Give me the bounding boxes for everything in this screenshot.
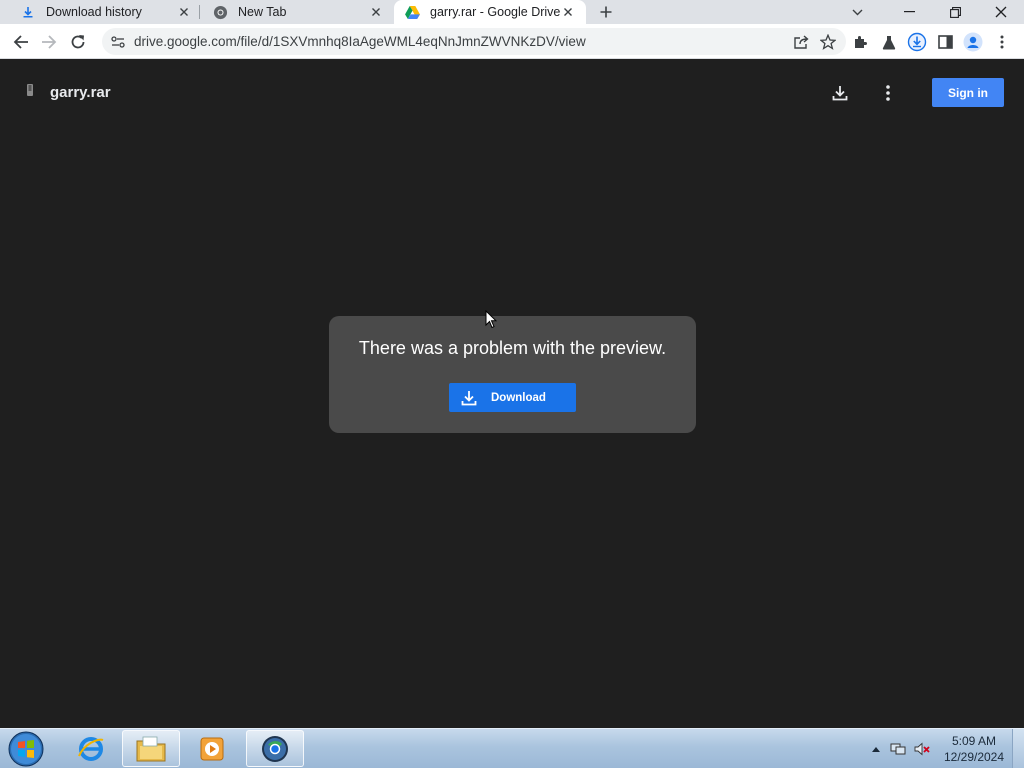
archive-file-icon xyxy=(24,83,36,102)
restore-button[interactable] xyxy=(932,0,978,24)
file-explorer-icon[interactable] xyxy=(122,730,180,767)
close-tab-icon[interactable] xyxy=(368,4,384,20)
tab-download-history[interactable]: Download history xyxy=(0,0,198,24)
tab-title: garry.rar - Google Drive xyxy=(430,5,560,19)
media-player-icon[interactable] xyxy=(184,730,242,767)
error-message: There was a problem with the preview. xyxy=(358,338,667,358)
close-tab-icon[interactable] xyxy=(176,4,192,20)
download-button[interactable]: Download xyxy=(449,383,576,412)
download-icon xyxy=(459,388,479,408)
download-icon[interactable] xyxy=(828,81,852,105)
labs-flask-icon[interactable] xyxy=(877,30,901,54)
extensions-icon[interactable] xyxy=(849,30,873,54)
download-button-label: Download xyxy=(491,391,546,404)
bookmark-star-icon[interactable] xyxy=(817,31,839,53)
close-window-button[interactable] xyxy=(978,0,1024,24)
tab-strip: Download history New Tab garry.rar - Goo… xyxy=(0,0,1024,24)
browser-toolbar: drive.google.com/file/d/1SXVmnhq8IaAgeWM… xyxy=(0,24,1024,59)
site-info-icon[interactable] xyxy=(110,34,126,50)
volume-muted-icon[interactable] xyxy=(914,741,930,757)
file-name: garry.rar xyxy=(50,83,111,101)
sign-in-button[interactable]: Sign in xyxy=(932,78,1004,107)
address-bar[interactable]: drive.google.com/file/d/1SXVmnhq8IaAgeWM… xyxy=(102,28,846,55)
start-button[interactable] xyxy=(6,730,46,768)
tab-search-button[interactable] xyxy=(834,0,880,24)
google-drive-icon xyxy=(404,4,420,20)
tab-new-tab[interactable]: New Tab xyxy=(192,0,390,24)
reload-button[interactable] xyxy=(66,30,90,54)
profile-avatar[interactable] xyxy=(961,30,985,54)
network-icon[interactable] xyxy=(890,741,906,757)
chrome-icon xyxy=(212,4,228,20)
show-desktop-button[interactable] xyxy=(1012,729,1024,768)
share-icon[interactable] xyxy=(791,31,813,53)
close-tab-icon[interactable] xyxy=(560,4,576,20)
more-options-icon[interactable] xyxy=(876,81,900,105)
drive-viewer: garry.rar Sign in There was a problem wi… xyxy=(0,60,1024,728)
download-icon xyxy=(20,4,36,20)
minimize-button[interactable] xyxy=(886,0,932,24)
preview-error-dialog: There was a problem with the preview. Do… xyxy=(329,316,696,433)
internet-explorer-icon[interactable] xyxy=(62,730,120,767)
back-button[interactable] xyxy=(9,30,33,54)
mouse-cursor-icon xyxy=(485,309,499,330)
downloads-icon[interactable] xyxy=(905,30,929,54)
chrome-taskbar-icon[interactable] xyxy=(246,730,304,767)
forward-button[interactable] xyxy=(37,30,61,54)
clock-date: 12/29/2024 xyxy=(943,750,1005,764)
tab-google-drive[interactable]: garry.rar - Google Drive xyxy=(394,0,586,24)
clock-time: 5:09 AM xyxy=(951,734,997,748)
system-clock[interactable]: 5:09 AM 12/29/2024 xyxy=(938,733,1010,765)
tab-title: New Tab xyxy=(238,5,287,19)
side-panel-icon[interactable] xyxy=(933,30,957,54)
new-tab-button[interactable] xyxy=(596,3,616,21)
file-header: garry.rar xyxy=(24,82,111,102)
tab-title: Download history xyxy=(46,5,142,19)
url-text: drive.google.com/file/d/1SXVmnhq8IaAgeWM… xyxy=(134,34,586,49)
windows-taskbar: 5:09 AM 12/29/2024 xyxy=(0,728,1024,768)
show-hidden-icons-icon[interactable] xyxy=(868,741,884,757)
chrome-menu-icon[interactable] xyxy=(990,30,1014,54)
